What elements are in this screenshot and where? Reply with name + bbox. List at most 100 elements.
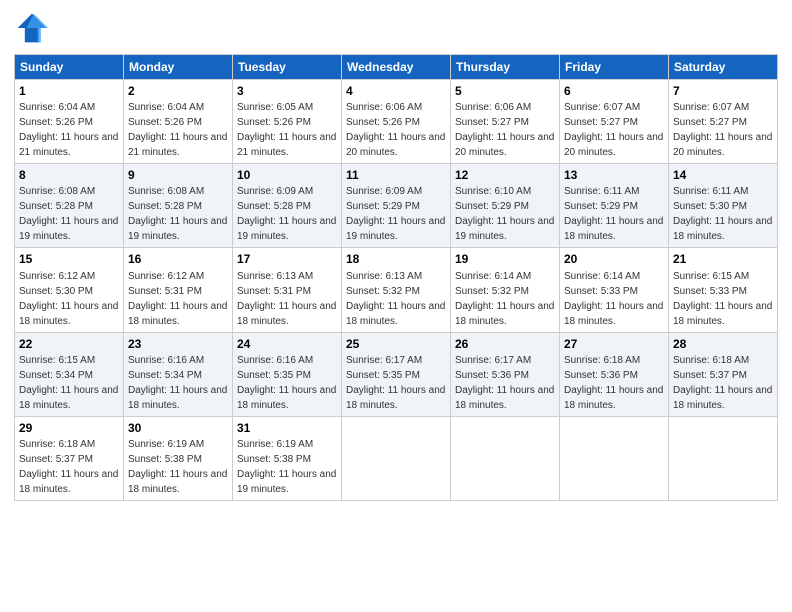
day-number: 9 bbox=[128, 167, 228, 183]
day-number: 25 bbox=[346, 336, 446, 352]
calendar-week-3: 15 Sunrise: 6:12 AMSunset: 5:30 PMDaylig… bbox=[15, 248, 778, 332]
calendar-week-2: 8 Sunrise: 6:08 AMSunset: 5:28 PMDayligh… bbox=[15, 164, 778, 248]
day-info: Sunrise: 6:11 AMSunset: 5:30 PMDaylight:… bbox=[673, 186, 772, 242]
day-number: 15 bbox=[19, 251, 119, 267]
day-info: Sunrise: 6:10 AMSunset: 5:29 PMDaylight:… bbox=[455, 186, 554, 242]
calendar-cell: 20 Sunrise: 6:14 AMSunset: 5:33 PMDaylig… bbox=[560, 248, 669, 332]
day-info: Sunrise: 6:13 AMSunset: 5:32 PMDaylight:… bbox=[346, 271, 445, 327]
day-number: 4 bbox=[346, 83, 446, 99]
calendar-cell: 26 Sunrise: 6:17 AMSunset: 5:36 PMDaylig… bbox=[451, 332, 560, 416]
calendar-cell: 4 Sunrise: 6:06 AMSunset: 5:26 PMDayligh… bbox=[342, 80, 451, 164]
calendar-cell: 8 Sunrise: 6:08 AMSunset: 5:28 PMDayligh… bbox=[15, 164, 124, 248]
day-number: 19 bbox=[455, 251, 555, 267]
calendar-cell: 25 Sunrise: 6:17 AMSunset: 5:35 PMDaylig… bbox=[342, 332, 451, 416]
day-number: 30 bbox=[128, 420, 228, 436]
day-number: 7 bbox=[673, 83, 773, 99]
calendar-cell: 30 Sunrise: 6:19 AMSunset: 5:38 PMDaylig… bbox=[124, 416, 233, 500]
day-number: 28 bbox=[673, 336, 773, 352]
day-number: 24 bbox=[237, 336, 337, 352]
day-number: 3 bbox=[237, 83, 337, 99]
calendar-cell: 14 Sunrise: 6:11 AMSunset: 5:30 PMDaylig… bbox=[669, 164, 778, 248]
day-number: 12 bbox=[455, 167, 555, 183]
day-info: Sunrise: 6:04 AMSunset: 5:26 PMDaylight:… bbox=[19, 102, 118, 158]
day-info: Sunrise: 6:08 AMSunset: 5:28 PMDaylight:… bbox=[19, 186, 118, 242]
calendar-cell: 15 Sunrise: 6:12 AMSunset: 5:30 PMDaylig… bbox=[15, 248, 124, 332]
day-info: Sunrise: 6:04 AMSunset: 5:26 PMDaylight:… bbox=[128, 102, 227, 158]
calendar-cell bbox=[342, 416, 451, 500]
day-number: 26 bbox=[455, 336, 555, 352]
day-number: 16 bbox=[128, 251, 228, 267]
day-info: Sunrise: 6:18 AMSunset: 5:36 PMDaylight:… bbox=[564, 355, 663, 411]
day-info: Sunrise: 6:07 AMSunset: 5:27 PMDaylight:… bbox=[673, 102, 772, 158]
calendar-cell bbox=[669, 416, 778, 500]
day-info: Sunrise: 6:09 AMSunset: 5:28 PMDaylight:… bbox=[237, 186, 336, 242]
day-info: Sunrise: 6:14 AMSunset: 5:33 PMDaylight:… bbox=[564, 271, 663, 327]
calendar-cell: 16 Sunrise: 6:12 AMSunset: 5:31 PMDaylig… bbox=[124, 248, 233, 332]
calendar-header-saturday: Saturday bbox=[669, 55, 778, 80]
day-number: 13 bbox=[564, 167, 664, 183]
day-number: 8 bbox=[19, 167, 119, 183]
logo-icon bbox=[14, 10, 50, 46]
day-info: Sunrise: 6:15 AMSunset: 5:33 PMDaylight:… bbox=[673, 271, 772, 327]
calendar-cell: 23 Sunrise: 6:16 AMSunset: 5:34 PMDaylig… bbox=[124, 332, 233, 416]
calendar-cell: 1 Sunrise: 6:04 AMSunset: 5:26 PMDayligh… bbox=[15, 80, 124, 164]
day-info: Sunrise: 6:14 AMSunset: 5:32 PMDaylight:… bbox=[455, 271, 554, 327]
day-number: 14 bbox=[673, 167, 773, 183]
calendar-cell: 18 Sunrise: 6:13 AMSunset: 5:32 PMDaylig… bbox=[342, 248, 451, 332]
calendar-header-tuesday: Tuesday bbox=[233, 55, 342, 80]
day-number: 2 bbox=[128, 83, 228, 99]
calendar-week-5: 29 Sunrise: 6:18 AMSunset: 5:37 PMDaylig… bbox=[15, 416, 778, 500]
day-number: 10 bbox=[237, 167, 337, 183]
day-number: 21 bbox=[673, 251, 773, 267]
day-number: 27 bbox=[564, 336, 664, 352]
day-info: Sunrise: 6:19 AMSunset: 5:38 PMDaylight:… bbox=[237, 439, 336, 495]
logo bbox=[14, 10, 54, 46]
calendar-cell: 19 Sunrise: 6:14 AMSunset: 5:32 PMDaylig… bbox=[451, 248, 560, 332]
calendar-header-wednesday: Wednesday bbox=[342, 55, 451, 80]
calendar-cell bbox=[560, 416, 669, 500]
calendar-week-4: 22 Sunrise: 6:15 AMSunset: 5:34 PMDaylig… bbox=[15, 332, 778, 416]
day-info: Sunrise: 6:19 AMSunset: 5:38 PMDaylight:… bbox=[128, 439, 227, 495]
day-number: 20 bbox=[564, 251, 664, 267]
day-info: Sunrise: 6:07 AMSunset: 5:27 PMDaylight:… bbox=[564, 102, 663, 158]
calendar-header-row: SundayMondayTuesdayWednesdayThursdayFrid… bbox=[15, 55, 778, 80]
day-info: Sunrise: 6:06 AMSunset: 5:27 PMDaylight:… bbox=[455, 102, 554, 158]
day-number: 5 bbox=[455, 83, 555, 99]
day-number: 11 bbox=[346, 167, 446, 183]
calendar-header-friday: Friday bbox=[560, 55, 669, 80]
page-container: SundayMondayTuesdayWednesdayThursdayFrid… bbox=[0, 0, 792, 612]
calendar-header-sunday: Sunday bbox=[15, 55, 124, 80]
header bbox=[14, 10, 778, 46]
calendar-cell bbox=[451, 416, 560, 500]
day-number: 29 bbox=[19, 420, 119, 436]
day-number: 22 bbox=[19, 336, 119, 352]
day-number: 23 bbox=[128, 336, 228, 352]
day-number: 18 bbox=[346, 251, 446, 267]
day-number: 1 bbox=[19, 83, 119, 99]
day-info: Sunrise: 6:17 AMSunset: 5:36 PMDaylight:… bbox=[455, 355, 554, 411]
calendar-cell: 17 Sunrise: 6:13 AMSunset: 5:31 PMDaylig… bbox=[233, 248, 342, 332]
calendar-cell: 6 Sunrise: 6:07 AMSunset: 5:27 PMDayligh… bbox=[560, 80, 669, 164]
calendar-cell: 10 Sunrise: 6:09 AMSunset: 5:28 PMDaylig… bbox=[233, 164, 342, 248]
day-info: Sunrise: 6:12 AMSunset: 5:30 PMDaylight:… bbox=[19, 271, 118, 327]
calendar-header-monday: Monday bbox=[124, 55, 233, 80]
calendar-cell: 28 Sunrise: 6:18 AMSunset: 5:37 PMDaylig… bbox=[669, 332, 778, 416]
calendar-cell: 27 Sunrise: 6:18 AMSunset: 5:36 PMDaylig… bbox=[560, 332, 669, 416]
day-info: Sunrise: 6:08 AMSunset: 5:28 PMDaylight:… bbox=[128, 186, 227, 242]
calendar-cell: 2 Sunrise: 6:04 AMSunset: 5:26 PMDayligh… bbox=[124, 80, 233, 164]
calendar-cell: 13 Sunrise: 6:11 AMSunset: 5:29 PMDaylig… bbox=[560, 164, 669, 248]
calendar-cell: 3 Sunrise: 6:05 AMSunset: 5:26 PMDayligh… bbox=[233, 80, 342, 164]
calendar-cell: 21 Sunrise: 6:15 AMSunset: 5:33 PMDaylig… bbox=[669, 248, 778, 332]
day-info: Sunrise: 6:17 AMSunset: 5:35 PMDaylight:… bbox=[346, 355, 445, 411]
calendar-cell: 9 Sunrise: 6:08 AMSunset: 5:28 PMDayligh… bbox=[124, 164, 233, 248]
calendar-header-thursday: Thursday bbox=[451, 55, 560, 80]
day-info: Sunrise: 6:16 AMSunset: 5:34 PMDaylight:… bbox=[128, 355, 227, 411]
day-info: Sunrise: 6:09 AMSunset: 5:29 PMDaylight:… bbox=[346, 186, 445, 242]
calendar-cell: 5 Sunrise: 6:06 AMSunset: 5:27 PMDayligh… bbox=[451, 80, 560, 164]
calendar-table: SundayMondayTuesdayWednesdayThursdayFrid… bbox=[14, 54, 778, 501]
day-number: 6 bbox=[564, 83, 664, 99]
day-info: Sunrise: 6:15 AMSunset: 5:34 PMDaylight:… bbox=[19, 355, 118, 411]
calendar-cell: 12 Sunrise: 6:10 AMSunset: 5:29 PMDaylig… bbox=[451, 164, 560, 248]
day-info: Sunrise: 6:06 AMSunset: 5:26 PMDaylight:… bbox=[346, 102, 445, 158]
day-info: Sunrise: 6:18 AMSunset: 5:37 PMDaylight:… bbox=[673, 355, 772, 411]
